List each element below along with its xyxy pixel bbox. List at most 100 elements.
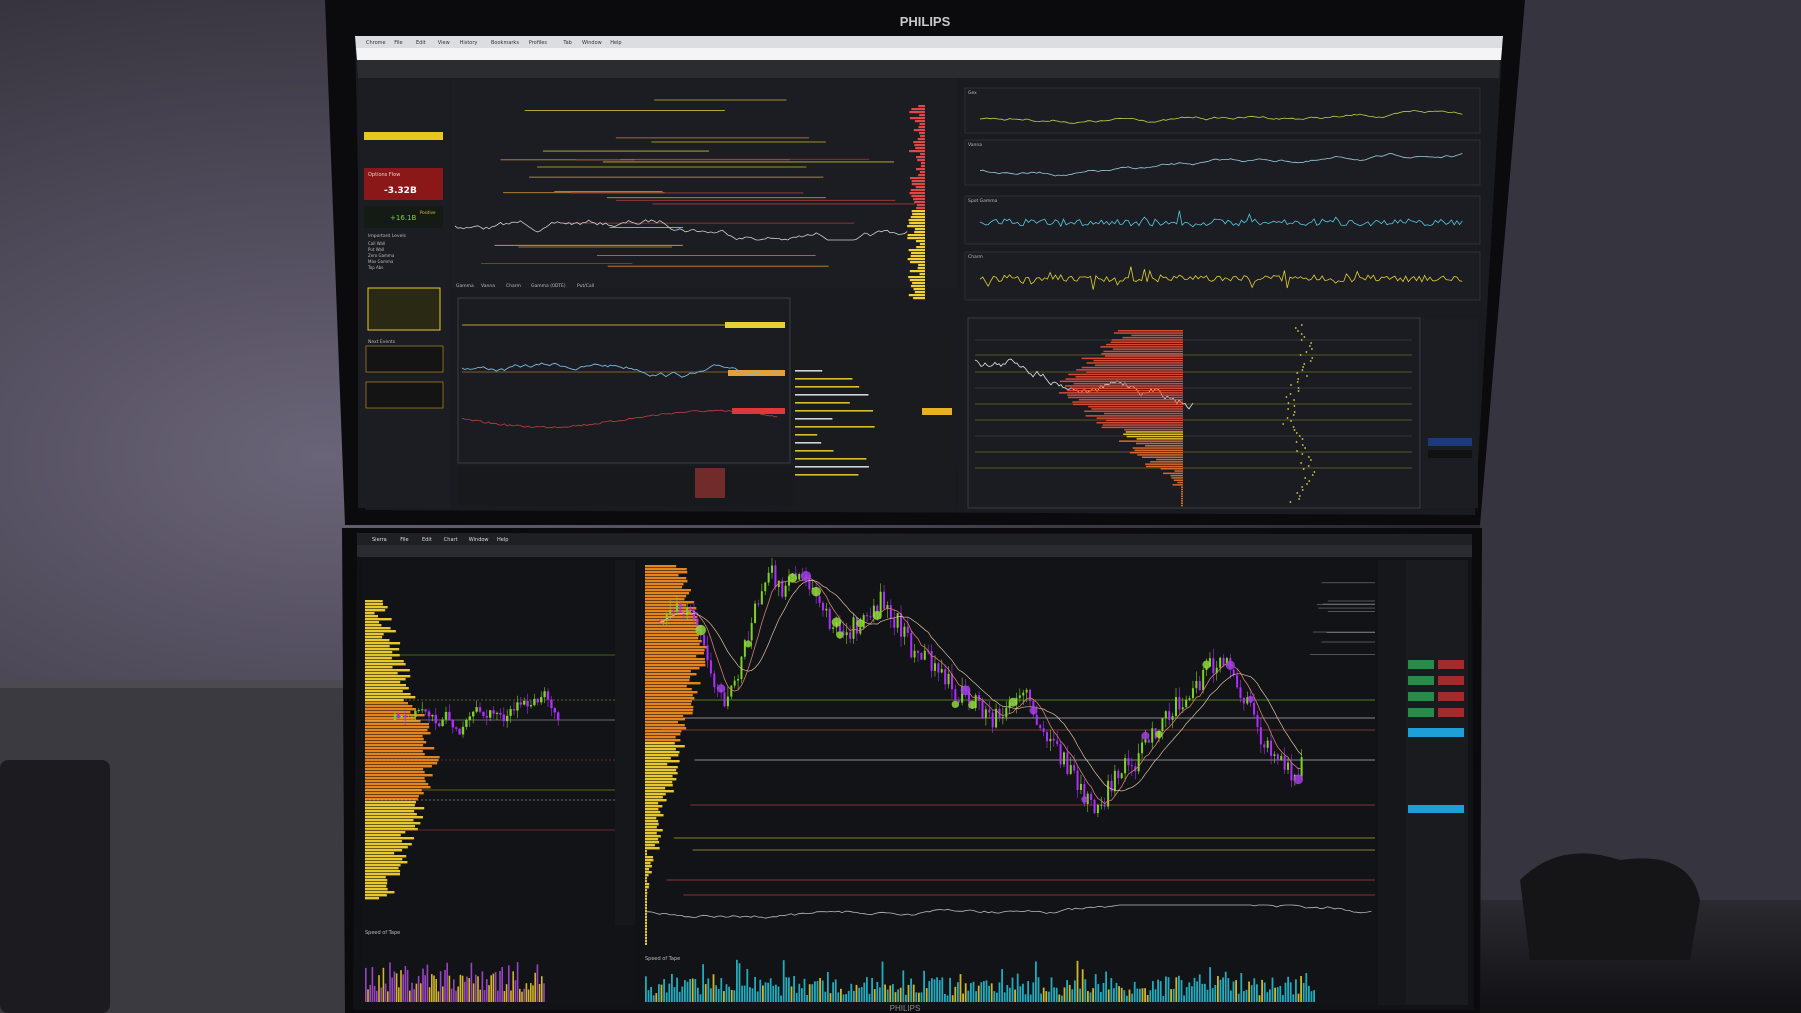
histo-bar <box>516 962 519 1002</box>
candle-body <box>550 699 553 709</box>
buy-button[interactable] <box>1408 708 1434 717</box>
histo-bar <box>442 986 444 1002</box>
histo-bar <box>1063 987 1066 1002</box>
sell-button[interactable] <box>1438 676 1464 685</box>
profile-bar <box>1058 392 1183 394</box>
volume-bar <box>365 606 388 609</box>
profile-bar <box>1072 401 1183 403</box>
action-button[interactable] <box>1408 805 1464 813</box>
candle-body <box>981 700 984 718</box>
histo-bar <box>1032 982 1035 1002</box>
histo-bar <box>497 990 499 1002</box>
menu-item[interactable]: Help <box>497 537 508 543</box>
chart-tab[interactable]: Gamma (0DTE) <box>531 283 566 289</box>
menu-item[interactable]: Window <box>469 537 489 543</box>
menu-item[interactable]: Help <box>610 40 621 46</box>
profile-bar <box>1132 447 1183 449</box>
candle-body <box>869 616 872 618</box>
volume-bar <box>365 702 409 705</box>
histo-bar <box>720 978 723 1002</box>
histo-bar <box>378 975 380 1002</box>
profile-bar <box>1104 355 1183 357</box>
chart-tab[interactable]: Put/Call <box>577 283 594 289</box>
menu-item[interactable]: History <box>460 40 478 46</box>
buy-button[interactable] <box>1408 692 1434 701</box>
volume-bar <box>365 846 408 849</box>
histo-bar <box>1165 976 1167 1002</box>
menu-item[interactable]: File <box>394 40 402 46</box>
menu-item[interactable]: Edit <box>416 40 426 46</box>
volume-bar <box>645 718 685 721</box>
histo-bar <box>1136 988 1139 1002</box>
buy-button[interactable] <box>1408 660 1434 669</box>
histo-bar <box>475 974 477 1002</box>
red-bar <box>914 120 925 123</box>
menu-item[interactable]: Edit <box>422 537 432 543</box>
histo-bar <box>678 991 681 1002</box>
sell-button[interactable] <box>1438 692 1464 701</box>
histo-bar <box>710 988 712 1002</box>
profile-dot <box>1310 459 1312 461</box>
volume-bar <box>645 694 693 697</box>
flatten-button[interactable] <box>1408 728 1464 737</box>
profile-dot <box>1307 465 1310 467</box>
candle-body <box>444 711 448 720</box>
sell-button[interactable] <box>1438 660 1464 669</box>
menu-item[interactable]: Bookmarks <box>491 40 519 46</box>
profile-dot <box>1310 342 1312 344</box>
menu-item[interactable]: File <box>400 537 408 543</box>
volume-bar <box>365 825 415 828</box>
histo-bar <box>1053 987 1055 1002</box>
chart-tab[interactable]: Vanna <box>481 283 495 289</box>
volume-bar <box>365 630 396 633</box>
candle-body <box>516 702 519 711</box>
histo-bar <box>1141 988 1144 1002</box>
candle-body <box>889 604 892 619</box>
yellow-bar <box>910 216 925 219</box>
candle-body <box>529 705 533 707</box>
profile-bar <box>1141 456 1183 458</box>
histo-bar <box>910 978 912 1002</box>
histo-bar <box>1016 973 1019 1002</box>
candle-body <box>1266 740 1269 748</box>
menu-item[interactable]: View <box>438 40 450 46</box>
menu-item[interactable]: Chart <box>444 537 458 543</box>
red-bar <box>909 117 925 120</box>
candle-body <box>1127 758 1130 766</box>
candle-body <box>696 619 699 626</box>
candle-body <box>1273 754 1276 756</box>
menu-item[interactable]: Chrome <box>366 40 386 46</box>
histo-bar <box>788 977 790 1002</box>
volume-bar <box>645 817 657 820</box>
candle-body <box>438 723 441 727</box>
volume-bar <box>645 784 673 787</box>
profile-bar <box>1118 440 1183 442</box>
candle-body <box>499 712 502 715</box>
settings-btn[interactable] <box>1428 438 1472 446</box>
menu-item[interactable]: Tab <box>562 40 571 46</box>
histo-bar <box>912 984 915 1002</box>
trade-dot <box>695 624 707 636</box>
profile-bar <box>1088 405 1183 408</box>
profile-dot <box>1295 441 1298 443</box>
histo-bar <box>1258 995 1261 1002</box>
menu-item[interactable]: Window <box>582 40 602 46</box>
volume-bar <box>365 792 424 795</box>
menu-item[interactable]: Sierra <box>372 537 387 543</box>
histo-bar <box>406 970 409 1002</box>
histo-bar <box>806 994 808 1002</box>
menu-item[interactable]: Profiles <box>529 40 548 46</box>
settings-btn[interactable] <box>1428 450 1472 458</box>
histo-bar <box>1183 995 1185 1002</box>
level-name: Max Gamma <box>368 259 394 264</box>
candle-body <box>832 627 835 629</box>
sell-button[interactable] <box>1438 708 1464 717</box>
profile-bar <box>1144 445 1183 447</box>
chart-tab[interactable]: Charm <box>506 283 521 289</box>
histo-bar <box>697 987 699 1002</box>
chart-tab[interactable]: Gamma <box>456 283 474 289</box>
volume-bar <box>365 894 387 897</box>
volume-bar <box>645 901 647 904</box>
buy-button[interactable] <box>1408 676 1434 685</box>
histo-bar <box>860 987 863 1002</box>
